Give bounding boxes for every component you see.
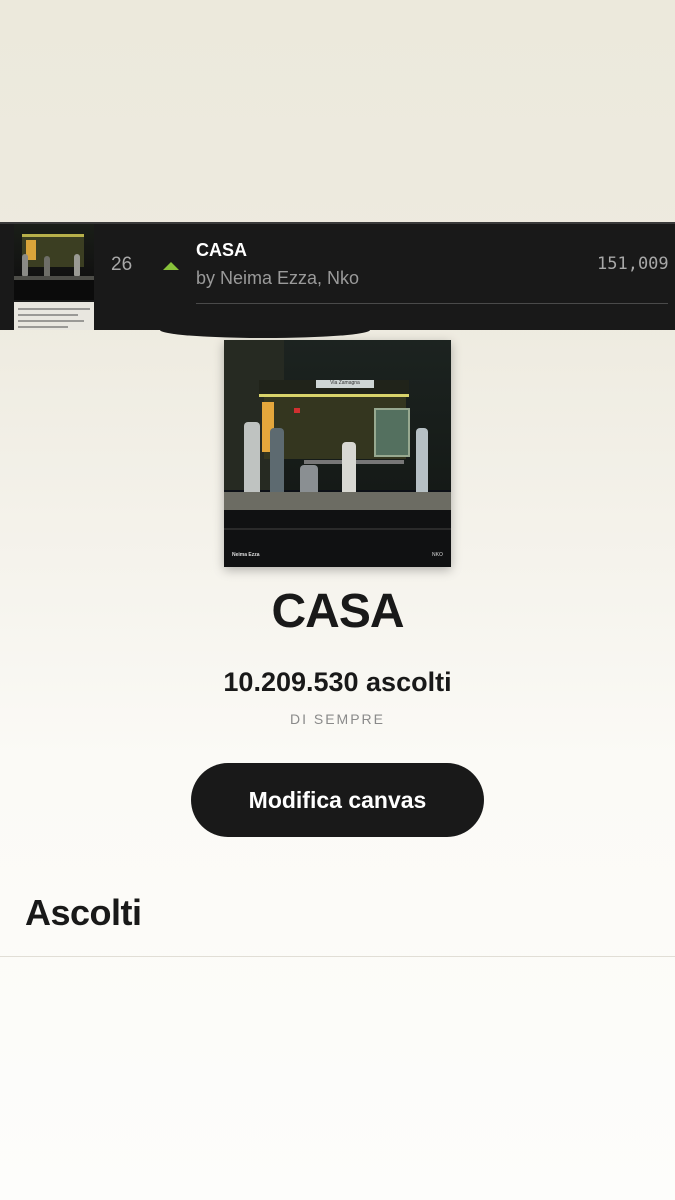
chart-row-next-thumbnail	[14, 302, 94, 330]
cover-road-line	[224, 528, 451, 530]
cover-pavement	[224, 492, 451, 510]
cover-label-mark: NKO	[432, 552, 443, 558]
thumbnail-figure	[74, 254, 80, 276]
album-cover: Via Zamagna Neima Ezza NKO	[224, 340, 451, 567]
plays-period: DI SEMPRE	[289, 711, 385, 727]
cover-map-panel	[374, 408, 410, 457]
chart-row-title[interactable]: CASA	[196, 240, 247, 261]
cover-road	[224, 510, 451, 567]
cover-red-light	[294, 408, 300, 413]
section-divider	[0, 956, 675, 957]
chart-row-album-thumbnail	[14, 224, 94, 300]
chart-rank: 26	[111, 254, 133, 275]
scribble-line	[18, 308, 90, 310]
chart-row-artists[interactable]: by Neima Ezza, Nko	[196, 268, 359, 289]
section-heading-ascolti: Ascolti	[25, 892, 142, 933]
chart-row-streams: 151,009	[597, 254, 669, 274]
cover-figure	[416, 428, 428, 496]
cover-figure	[300, 465, 318, 495]
scribble-line	[18, 314, 78, 316]
row-divider	[196, 303, 668, 304]
cover-artist-logo: Neima Ezza	[232, 552, 260, 558]
row-top-border	[0, 222, 675, 224]
torn-edge	[160, 322, 370, 338]
thumbnail-road	[14, 280, 94, 300]
cover-figure	[342, 442, 356, 497]
thumbnail-figure	[44, 256, 50, 278]
trend-up-icon	[163, 262, 179, 270]
cover-sign-text: Via Zamagna	[330, 380, 360, 386]
scribble-line	[18, 326, 68, 328]
track-title: CASA	[271, 585, 404, 638]
thumbnail-figure	[22, 254, 28, 276]
scribble-line	[18, 320, 84, 322]
edit-canvas-button[interactable]: Modifica canvas	[191, 763, 484, 837]
cover-street-sign: Via Zamagna	[316, 380, 374, 388]
total-plays: 10.209.530 ascolti	[223, 667, 452, 697]
